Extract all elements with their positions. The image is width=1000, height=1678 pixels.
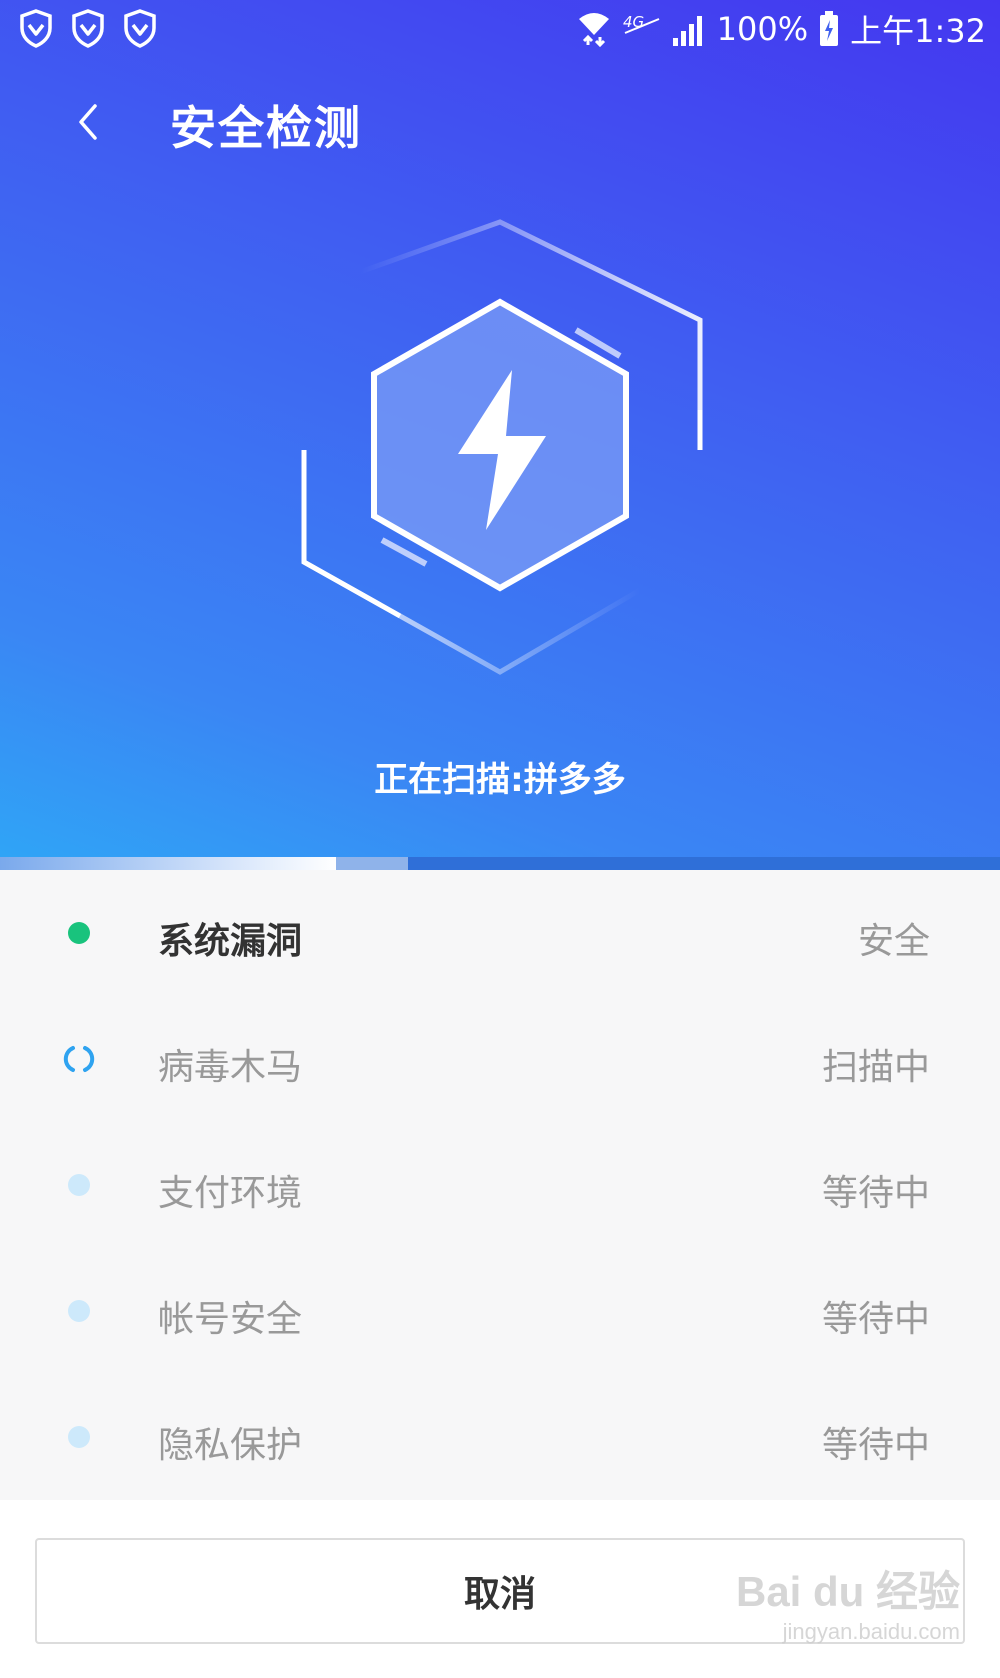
scan-item-virus-trojan: 病毒木马 扫描中	[0, 996, 1000, 1122]
scan-progress-fill	[0, 857, 336, 870]
system-indicators: 4G 100% 上午1:32	[577, 8, 986, 50]
notification-icons	[18, 8, 158, 48]
scan-item-label: 帐号安全	[158, 1299, 303, 1340]
scan-item-list: 系统漏洞 安全 病毒木马 扫描中 支付环境 等待中 帐号安全 等待中 隐私保护 …	[0, 870, 1000, 1500]
scan-item-status: 等待中	[821, 1299, 930, 1340]
scan-item-label: 隐私保护	[158, 1425, 303, 1466]
status-dot-waiting	[68, 1300, 90, 1322]
loading-spinner-icon	[63, 1046, 95, 1072]
clock: 上午1:32	[850, 12, 986, 50]
battery-icon	[820, 11, 839, 46]
scan-status-text: 正在扫描:拼多多	[374, 760, 626, 800]
status-dot-safe	[68, 922, 90, 944]
chevron-left-icon	[79, 104, 97, 140]
scan-item-status: 扫描中	[821, 1047, 930, 1088]
scan-shield-graphic	[301, 219, 703, 675]
scan-item-status: 等待中	[821, 1425, 930, 1466]
status-bar: 4G 100% 上午1:32	[0, 0, 1000, 60]
signal-icon	[672, 16, 702, 46]
status-dot-waiting	[68, 1426, 90, 1448]
battery-percent: 100%	[716, 10, 809, 48]
shield-icon	[72, 9, 104, 48]
shield-icon	[20, 9, 52, 48]
scan-item-privacy-protection: 隐私保护 等待中	[0, 1374, 1000, 1500]
baidu-jingyan-watermark: Bai du 经验 jingyan.baidu.com	[736, 1558, 960, 1645]
scan-item-status: 安全	[857, 921, 930, 962]
scan-item-system-vulnerability: 系统漏洞 安全	[0, 870, 1000, 996]
shield-icon	[124, 9, 156, 48]
scan-hero: 4G 100% 上午1:32 安全检测 正在扫描:拼多多	[0, 0, 1000, 870]
wifi-icon	[578, 13, 609, 47]
page-title: 安全检测	[170, 101, 362, 155]
scan-item-label: 支付环境	[158, 1173, 303, 1214]
scan-item-label: 系统漏洞	[158, 921, 303, 962]
watermark-url: jingyan.baidu.com	[782, 1619, 960, 1644]
back-button[interactable]	[52, 86, 124, 158]
scan-item-payment-environment: 支付环境 等待中	[0, 1122, 1000, 1248]
scan-progress-segment	[336, 857, 408, 870]
status-dot-waiting	[68, 1174, 90, 1196]
scan-progress-bar	[0, 857, 1000, 870]
bottom-bar: 取消 Bai du 经验 jingyan.baidu.com	[0, 1500, 1000, 1678]
title-bar: 安全检测	[0, 72, 1000, 172]
scan-item-label: 病毒木马	[158, 1047, 303, 1088]
watermark-logo: Bai du 经验	[735, 1568, 960, 1615]
svg-text:4G: 4G	[623, 13, 644, 31]
scan-item-status: 等待中	[821, 1173, 930, 1214]
scan-item-account-security: 帐号安全 等待中	[0, 1248, 1000, 1374]
network-type-icon: 4G	[623, 13, 660, 34]
